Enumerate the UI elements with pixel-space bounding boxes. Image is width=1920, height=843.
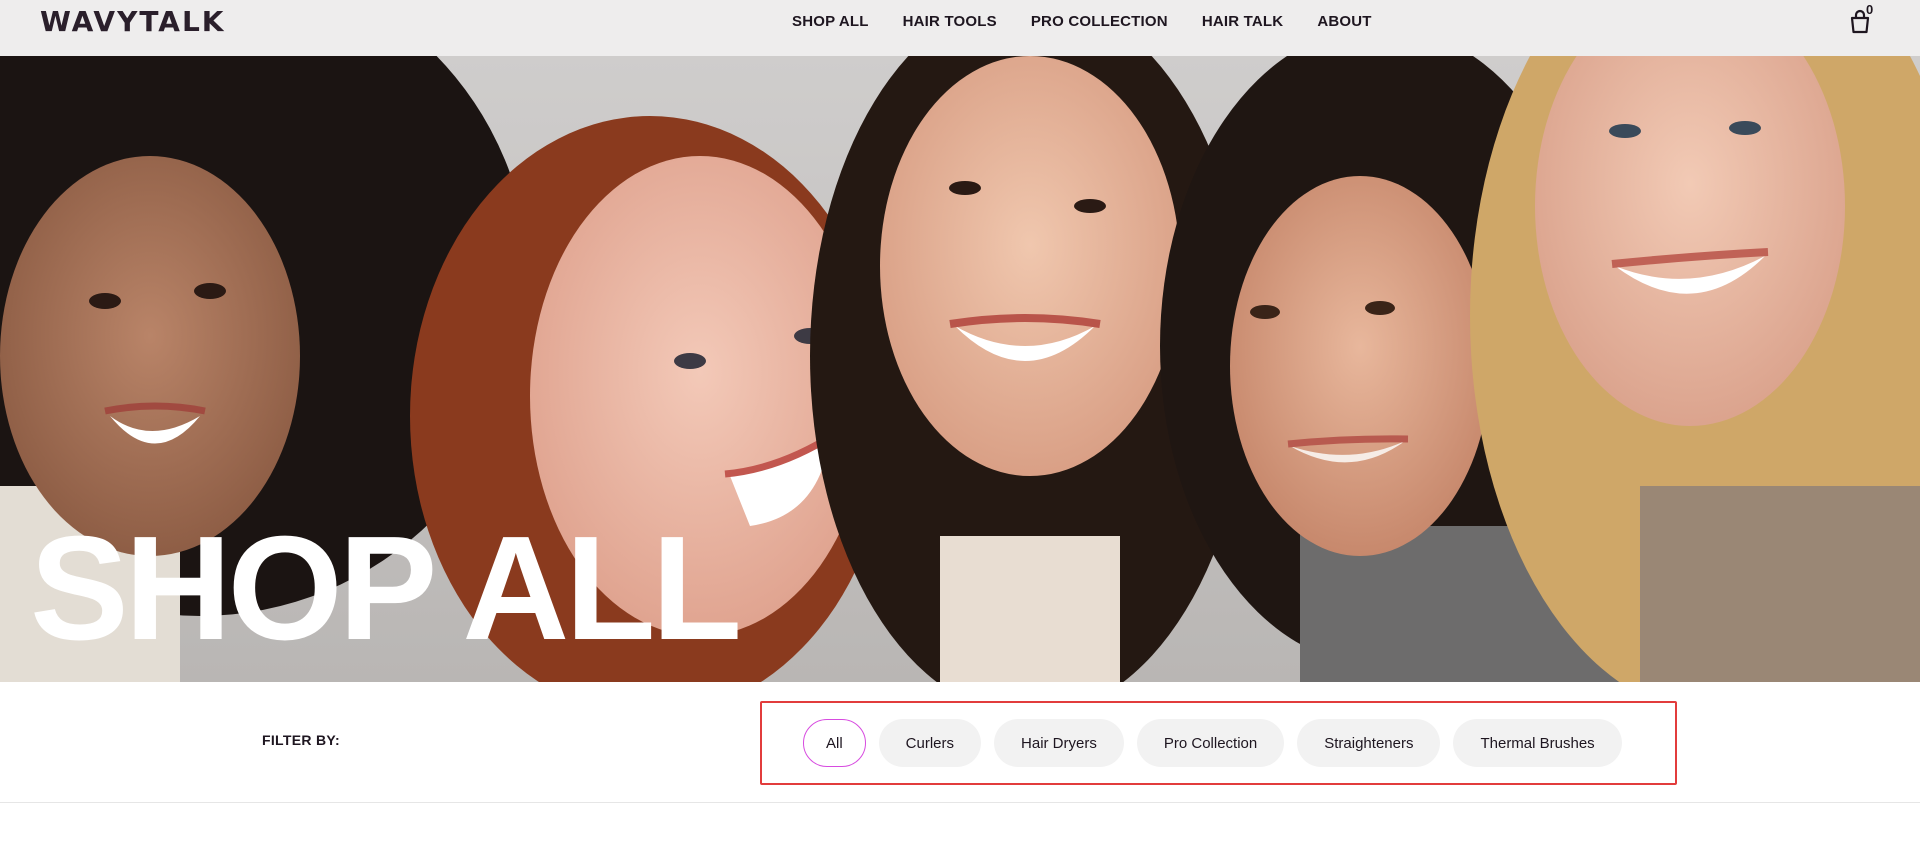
page-title: SHOP ALL [30, 506, 742, 671]
nav-pro-collection[interactable]: PRO COLLECTION [1031, 13, 1168, 30]
filter-chip-all[interactable]: All [803, 719, 866, 767]
wavytalk-logo[interactable]: WAVYTALK [40, 4, 225, 40]
nav-shop-all[interactable]: SHOP ALL [792, 13, 869, 30]
filter-chip-group: All Curlers Hair Dryers Pro Collection S… [760, 701, 1677, 785]
filter-chip-straighteners[interactable]: Straighteners [1297, 719, 1441, 767]
filter-chip-hair-dryers[interactable]: Hair Dryers [994, 719, 1124, 767]
nav-hair-talk[interactable]: HAIR TALK [1202, 13, 1284, 30]
filter-chip-curlers[interactable]: Curlers [878, 719, 982, 767]
filter-label: FILTER BY: [262, 732, 340, 748]
filter-chip-thermal-brushes[interactable]: Thermal Brushes [1453, 719, 1622, 767]
cart-count-badge: 0 [1866, 2, 1874, 17]
site-header: WAVYTALK SHOP ALL HAIR TOOLS PRO COLLECT… [0, 0, 1920, 56]
main-nav: SHOP ALL HAIR TOOLS PRO COLLECTION HAIR … [792, 0, 1372, 42]
hero-banner: SHOP ALL [0, 56, 1920, 682]
filter-bar: FILTER BY: All Curlers Hair Dryers Pro C… [0, 682, 1920, 803]
nav-hair-tools[interactable]: HAIR TOOLS [903, 13, 997, 30]
nav-about[interactable]: ABOUT [1317, 13, 1371, 30]
filter-chip-pro-collection[interactable]: Pro Collection [1136, 719, 1285, 767]
